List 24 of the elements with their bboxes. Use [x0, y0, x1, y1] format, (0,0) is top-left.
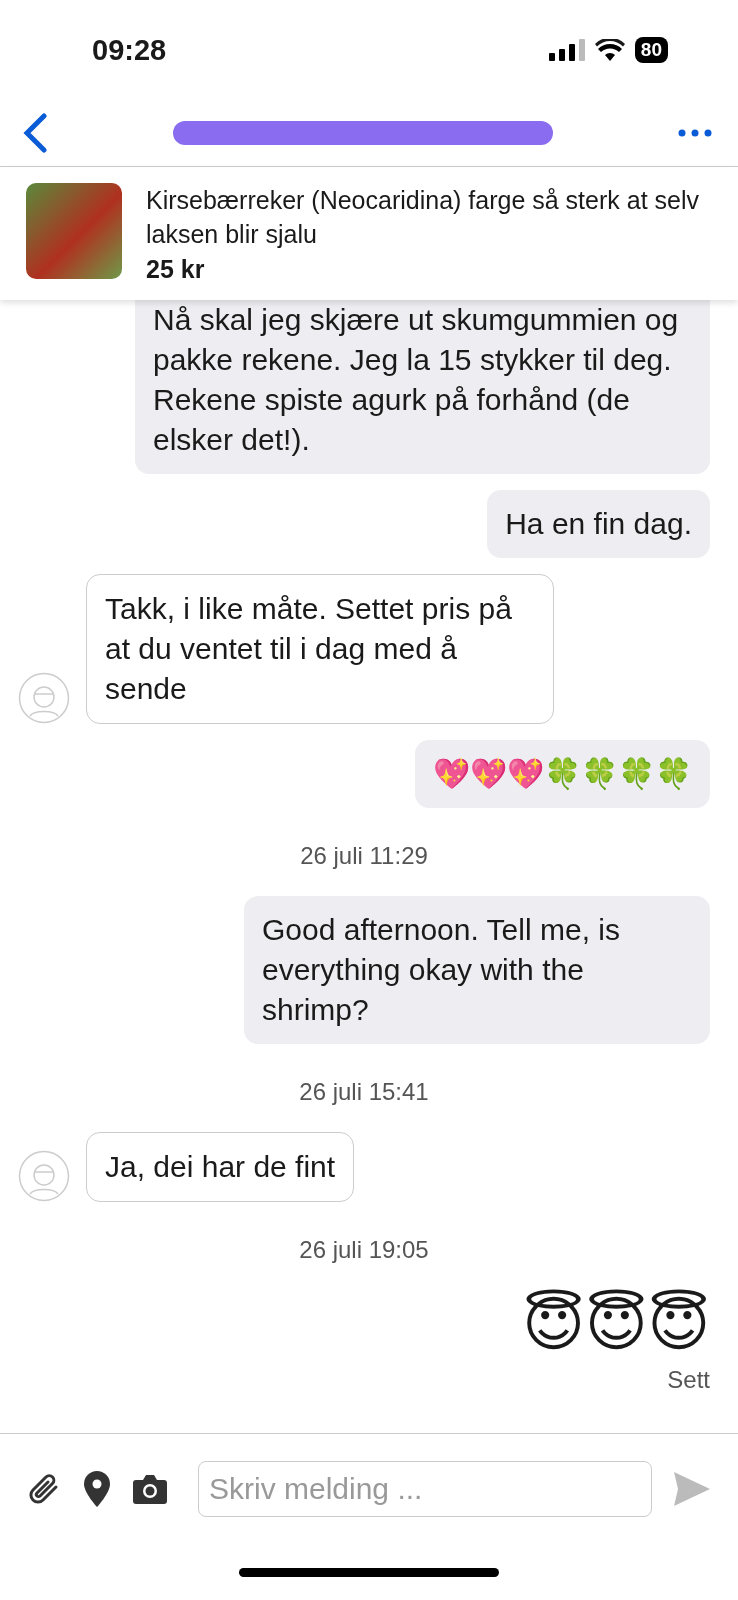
more-icon[interactable]: [678, 129, 712, 137]
read-status: Sett: [667, 1366, 710, 1393]
message-bubble: Ja, dei har de fint: [86, 1132, 355, 1202]
camera-icon[interactable]: [132, 1474, 168, 1504]
message-bubble: Ha en fin dag.: [487, 490, 710, 558]
listing-title[interactable]: Kirsebærreker (Neocaridina) farge så sterk at selv laksen blir sjalu: [146, 183, 712, 251]
signal-icon: [548, 39, 585, 61]
back-icon[interactable]: [22, 113, 48, 153]
message-bubble: Good afternoon. Tell me, is everything okay with the shrimp?: [244, 896, 710, 1044]
timestamp: 26 juli 15:41: [299, 1078, 429, 1105]
message-input[interactable]: Skriv melding ...: [198, 1461, 652, 1517]
listing-price: 25 kr: [146, 255, 206, 284]
message-bubble: 💖💖💖🍀🍀🍀🍀: [415, 740, 710, 808]
timestamp: 26 juli 11:29: [300, 842, 428, 869]
avatar-icon: [18, 672, 70, 724]
avatar-icon: [18, 1150, 70, 1202]
message-bubble: Takk, i like måte. Settet pris på at du ventet til i dag med å sende: [86, 574, 554, 724]
clock: 09:28: [92, 33, 167, 67]
location-pin-icon[interactable]: [84, 1471, 110, 1507]
battery-level: 80: [634, 37, 668, 63]
emoji-message: 😇😇😇: [522, 1290, 710, 1360]
timestamp: 26 juli 19:05: [299, 1236, 429, 1263]
message-bubble: Nå skal jeg skjære ut skumgummien og pakke rekene. Jeg la 15 stykker til deg. Rekene spiste agurk på forhånd (de elsker det!).: [135, 300, 710, 474]
wifi-icon: [594, 39, 625, 61]
